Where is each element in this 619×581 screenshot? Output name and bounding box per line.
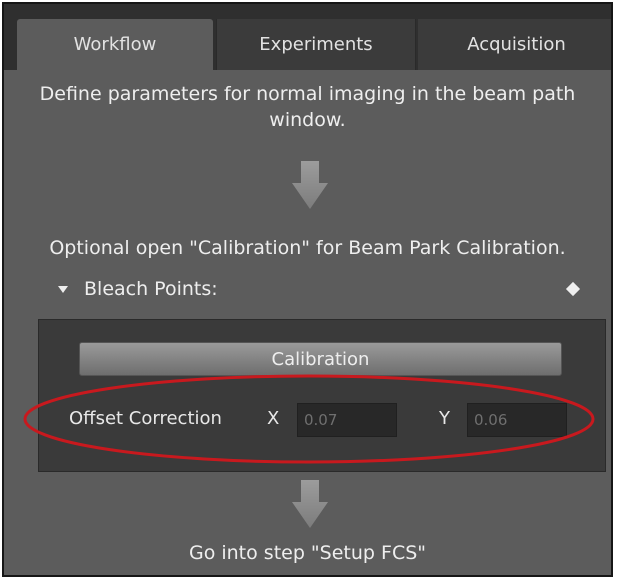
instruction-line-2: window.	[269, 109, 346, 131]
tab-experiments[interactable]: Experiments	[216, 19, 416, 70]
tab-experiments-label: Experiments	[259, 34, 373, 55]
instruction-line-3: Optional open "Calibration" for Beam Par…	[49, 237, 566, 259]
tab-acquisition-label: Acquisition	[467, 34, 566, 55]
tab-workflow-label: Workflow	[73, 34, 157, 55]
bleach-points-header[interactable]: Bleach Points:	[44, 278, 594, 306]
calibration-button-label: Calibration	[271, 348, 370, 370]
down-arrow-icon	[292, 480, 328, 528]
tab-acquisition[interactable]: Acquisition	[418, 19, 611, 70]
instruction-line-1: Define parameters for normal imaging in …	[39, 83, 576, 105]
tab-workflow[interactable]: Workflow	[17, 19, 213, 70]
instruction-line-4: Go into step "Setup FCS"	[188, 542, 427, 564]
options-diamond-icon[interactable]	[565, 281, 581, 297]
expand-triangle-icon[interactable]	[58, 286, 68, 293]
workflow-window: Workflow Experiments Acquisition Define …	[2, 2, 613, 577]
tab-bar: Workflow Experiments Acquisition	[4, 4, 611, 70]
bleach-points-label: Bleach Points:	[84, 278, 218, 300]
calibration-button[interactable]: Calibration	[79, 342, 562, 376]
down-arrow-icon	[292, 161, 328, 209]
highlight-ellipse	[23, 374, 595, 464]
